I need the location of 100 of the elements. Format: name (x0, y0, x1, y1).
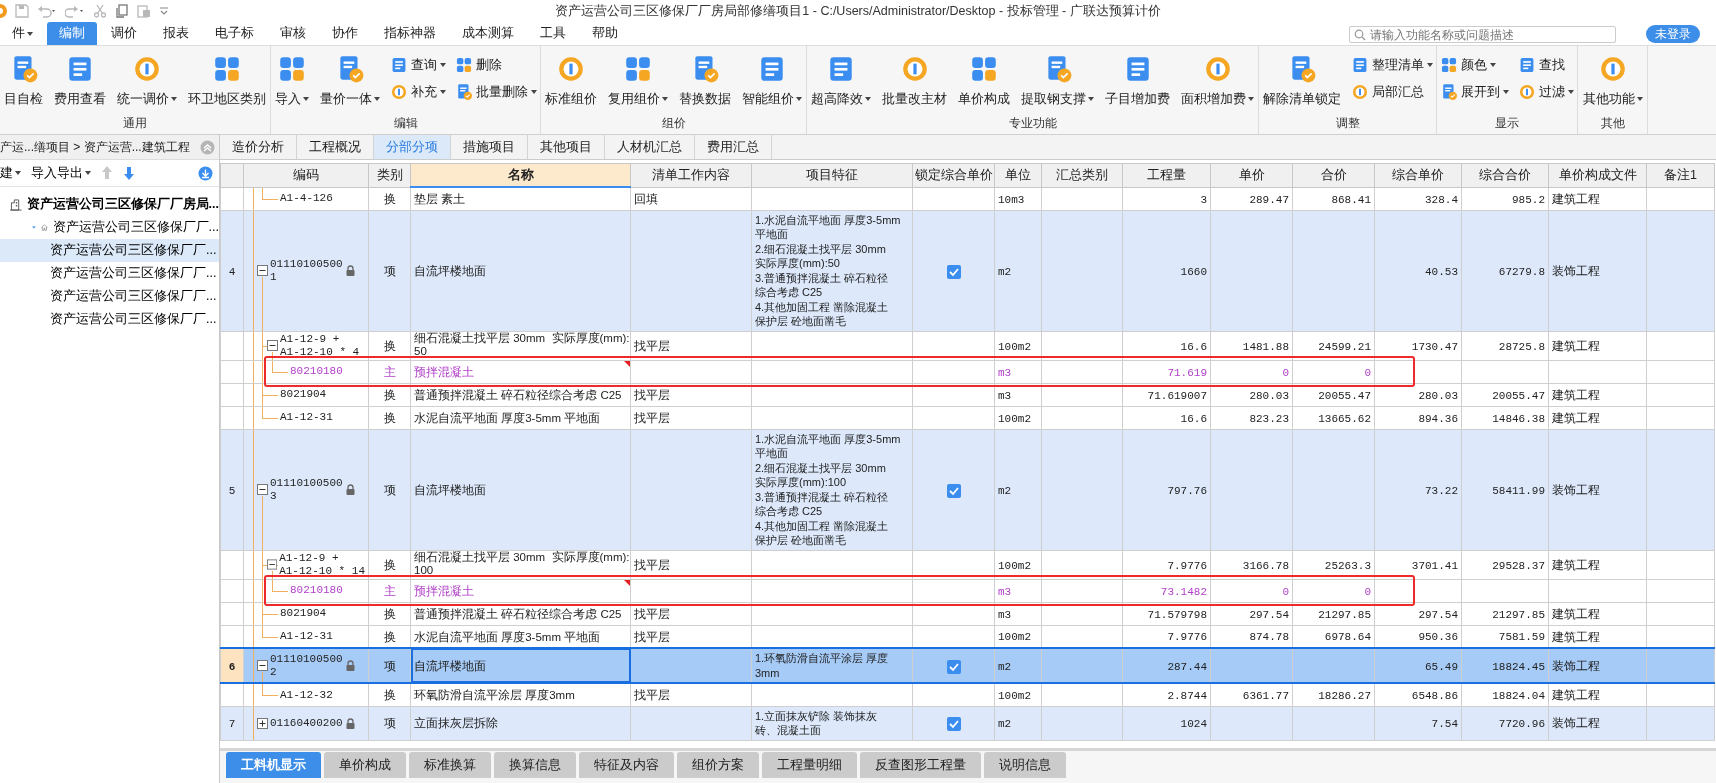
menu-item[interactable]: 工具 (528, 22, 578, 45)
toolbar-button[interactable]: 过滤 (1515, 82, 1577, 102)
table-row[interactable]: 80210180 主 预拌混凝土 m3 73.1482 0 0 (220, 579, 1715, 603)
menu-item[interactable]: 帮助 (580, 22, 630, 45)
toolbar-button[interactable]: 替换数据 (675, 54, 735, 114)
tab[interactable]: 其他项目 (528, 135, 605, 159)
toolbar-button[interactable]: 量价一体 (316, 54, 384, 114)
table-cell: 40.53 (1425, 265, 1458, 278)
toolbar-button[interactable]: 导入导出 (31, 163, 91, 183)
paste-icon[interactable] (137, 4, 151, 18)
tab[interactable]: 单价构成 (324, 752, 406, 778)
toolbar-button[interactable]: 目自检 (0, 54, 47, 114)
tab[interactable]: 标准换算 (409, 752, 491, 778)
toolbar-button[interactable]: 补充 (387, 82, 449, 102)
toolbar-button[interactable]: 单价构成 (954, 54, 1014, 114)
tree-item[interactable]: 资产运营公司三区修保厂厂... (0, 308, 219, 331)
tab[interactable]: 措施项目 (451, 135, 528, 159)
toolbar-button[interactable]: 批量改主材 (878, 54, 951, 114)
toolbar-button[interactable]: 费用查看 (50, 54, 110, 114)
tree-item[interactable]: 资产运营公司三区修保厂厂... (0, 239, 219, 262)
table-cell: 01110100500 3 (270, 476, 343, 503)
toolbar-button[interactable]: 整理清单 (1348, 56, 1436, 75)
tab[interactable]: 反查图形工程量 (860, 752, 981, 778)
table-row[interactable]: A1-4-126 换 垫层 素土 回填 10m3 3 289.47 868.41 328.4 985.2 建筑工程 (220, 187, 1715, 211)
checkbox[interactable] (946, 659, 961, 674)
customize-icon[interactable] (159, 6, 169, 16)
toolbar-button[interactable]: 解除清单锁定 (1259, 54, 1345, 114)
toolbar-button[interactable]: 统一调价 (113, 54, 181, 114)
tree-item[interactable]: 资产运营公司三区修保厂厂... (0, 285, 219, 308)
toolbar-button[interactable]: 面积增加费 (1177, 54, 1258, 114)
toolbar-button[interactable]: 删除 (452, 56, 540, 75)
tab[interactable]: 组价方案 (677, 752, 759, 778)
toolbar-button[interactable]: 智能组价 (738, 54, 806, 114)
table-row[interactable]: 8021904 换 普通预拌混凝土 碎石粒径综合考虑 C25 找平层 m3 71.619007 280.03 20055.47 280.03 20055.47 建筑工程 (220, 383, 1715, 407)
tab[interactable]: 分部分项 (374, 135, 451, 159)
tree-toggle[interactable] (257, 717, 268, 729)
move-down-icon[interactable] (123, 165, 135, 181)
download-icon[interactable] (198, 165, 213, 181)
toolbar-button[interactable]: 复用组价 (604, 54, 672, 114)
checkbox[interactable] (946, 483, 961, 498)
toolbar-button[interactable]: 超高降效 (807, 54, 875, 114)
toolbar-button[interactable]: 建 (0, 163, 21, 183)
toolbar-button[interactable]: 标准组价 (541, 54, 601, 114)
menu-item[interactable]: 报表 (151, 22, 201, 45)
table-row[interactable]: 8021904 换 普通预拌混凝土 碎石粒径综合考虑 C25 找平层 m3 71.579798 297.54 21297.85 297.54 21297.85 建筑工程 (220, 602, 1715, 626)
table-cell: 找平层 (634, 338, 670, 353)
tab[interactable]: 换算信息 (494, 752, 576, 778)
copy-icon[interactable] (115, 4, 129, 18)
tree-toggle[interactable] (267, 559, 278, 571)
tab[interactable]: 特征及内容 (579, 752, 674, 778)
toolbar-button[interactable]: 提取钢支撑 (1017, 54, 1098, 114)
row-number: 7 (228, 718, 236, 731)
scissors-icon[interactable] (93, 4, 107, 18)
tab[interactable]: 造价分析 (220, 135, 297, 159)
table-cell: 1481.88 (1242, 340, 1289, 353)
toolbar-button[interactable]: 查询 (387, 56, 449, 75)
toolbar-button[interactable]: 导入 (271, 54, 313, 114)
tree-toggle[interactable] (257, 660, 268, 672)
table-row[interactable]: A1-12-31 换 水泥自流平地面 厚度3-5mm 平地面 找平层 100m2 16.6 823.23 13665.62 894.36 14846.38 建筑工程 (220, 406, 1715, 430)
table-row[interactable]: 80210180 主 预拌混凝土 m3 71.619 0 0 (220, 360, 1715, 384)
tree-toggle[interactable] (257, 265, 268, 277)
menu-item[interactable]: 指标神器 (372, 22, 448, 45)
toolbar-button[interactable]: 子目增加费 (1101, 54, 1174, 114)
toolbar-button[interactable]: 查找 (1515, 56, 1577, 75)
save-icon[interactable] (15, 4, 29, 18)
table-row[interactable]: 7 01160400200 项 立面抹灰层拆除 1.立面抹灰铲除 装饰抹灰 砖、混凝土面 m2 1024 7.54 7720.96 装饰工程 (220, 706, 1715, 741)
undo-icon[interactable] (37, 4, 57, 18)
menu-item[interactable]: 调价 (99, 22, 149, 45)
table-row[interactable]: 6 01110100500 2 项 自流坪楼地面 1.环氧防滑自流平涂层 厚度 3mm m2 287.44 65.49 18824.45 装饰工程 (220, 648, 1715, 684)
table-cell: A1-12-9 + A1-12-10 * 4 (280, 332, 360, 359)
toolbar-button[interactable]: 其他功能 (1578, 54, 1647, 114)
table-cell: 16.6 (1180, 340, 1207, 353)
tree-toggle[interactable] (267, 340, 278, 352)
tree-item[interactable]: 资产运营公司三区修保厂厂... (0, 216, 219, 239)
collapse-panel-icon[interactable] (200, 139, 215, 155)
tab[interactable]: 说明信息 (984, 752, 1066, 778)
menu-item[interactable]: 审核 (268, 22, 318, 45)
redo-icon[interactable] (65, 4, 85, 18)
toolbar-button[interactable]: 环卫地区类别 (184, 54, 270, 114)
menu-item[interactable]: 成本测算 (450, 22, 526, 45)
menu-item[interactable]: 电子标 (203, 22, 266, 45)
tree-item[interactable]: 资产运营公司三区修保厂厂房局... (0, 193, 219, 216)
table-row[interactable]: 5 01110100500 3 项 自流坪楼地面 1.水泥自流平地面 厚度3-5mm 平地面 2.细石混凝土找平层 30mm 实际厚度(mm):100 3.普通预拌混凝土 碎石粒径 综合考虑 C25 4.其他加固工程 凿除混凝土 保护层 砼地面凿毛 m2 797.76 73.22 58411.99 装饰工程 (220, 429, 1715, 551)
tab[interactable]: 工程量明细 (762, 752, 857, 778)
tree-toggle[interactable] (257, 484, 268, 496)
tree-item[interactable]: 资产运营公司三区修保厂厂... (0, 262, 219, 285)
menu-item[interactable]: 协作 (320, 22, 370, 45)
search-field[interactable]: 请输入功能名称或问题描述 (1349, 26, 1616, 43)
toolbar-button[interactable]: 颜色 (1437, 56, 1512, 75)
menu-item[interactable]: 件 (0, 22, 45, 45)
toolbar-button[interactable]: 局部汇总 (1348, 82, 1436, 102)
tab[interactable]: 人材机汇总 (605, 135, 695, 159)
toolbar-button[interactable]: 展开到 (1437, 82, 1512, 102)
toolbar-button[interactable]: 批量删除 (452, 82, 540, 102)
table-row[interactable]: 4 01110100500 1 项 自流坪楼地面 1.水泥自流平地面 厚度3-5mm 平地面 2.细石混凝土找平层 30mm 实际厚度(mm):50 3.普通预拌混凝土 碎石粒径 综合考虑 C25 4.其他加固工程 凿除混凝土 保护层 砼地面凿毛 m2 1660 40.53 67279.8 装饰工程 (220, 210, 1715, 332)
column-header: 单价构成文件 (1548, 163, 1647, 188)
checkbox[interactable] (946, 264, 961, 279)
table-row[interactable]: A1-12-32 换 环氧防滑自流平涂层 厚度3mm 找平层 100m2 2.8744 6361.77 18286.27 6548.86 18824.04 建筑工程 (220, 683, 1715, 707)
tab[interactable]: 费用汇总 (695, 135, 772, 159)
checkbox[interactable] (946, 717, 961, 732)
